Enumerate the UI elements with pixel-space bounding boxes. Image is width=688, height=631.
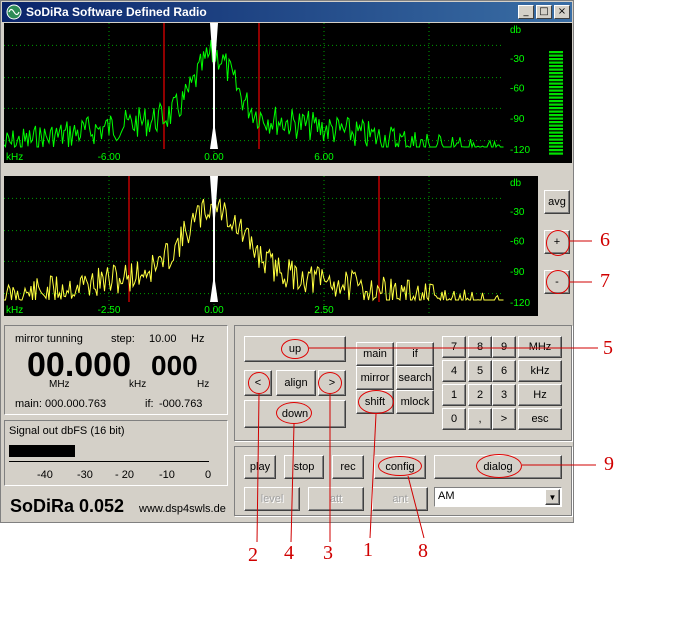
annotation-number: 3	[323, 542, 333, 564]
annotation-number: 9	[604, 453, 614, 475]
annotation-number: 5	[603, 337, 613, 359]
annotation-number: 7	[600, 270, 610, 292]
annotation-lines	[256, 240, 598, 543]
annotation-number: 4	[284, 542, 294, 564]
annotation-number: 1	[363, 539, 373, 561]
annotation-number: 2	[248, 544, 258, 566]
annotation-number: 8	[418, 540, 428, 562]
annotation-number: 6	[600, 229, 610, 251]
